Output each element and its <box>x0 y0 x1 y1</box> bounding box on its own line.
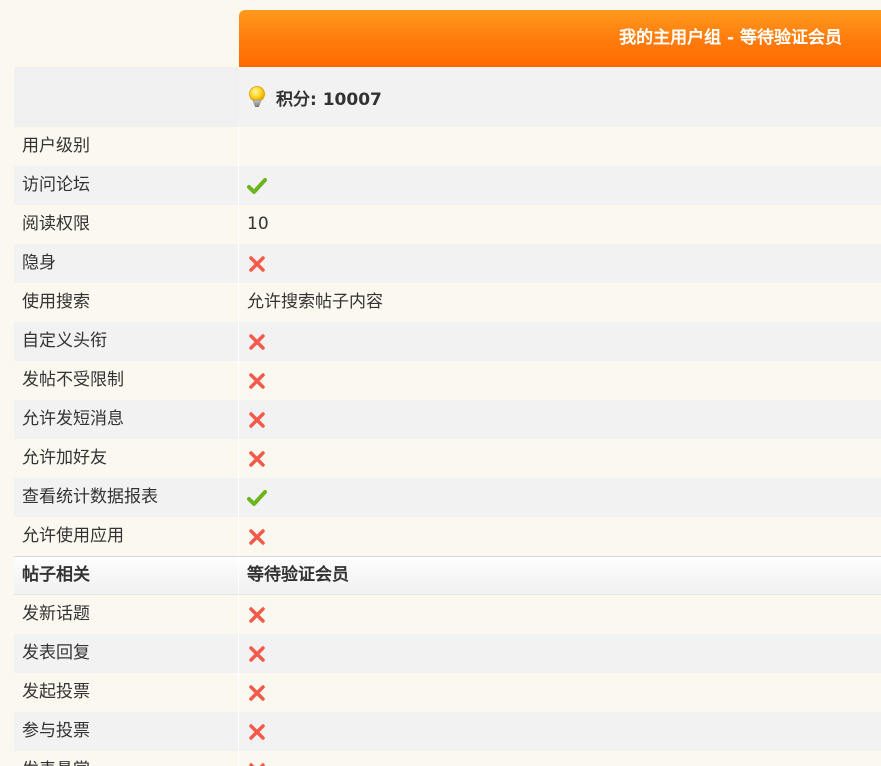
cross-icon <box>249 333 265 350</box>
row-label: 查看统计数据报表 <box>22 487 158 507</box>
row-value <box>247 595 267 634</box>
row-label: 允许发短消息 <box>22 409 124 429</box>
row-label: 发起投票 <box>22 682 90 702</box>
cross-icon <box>249 723 265 740</box>
table-row: 阅读权限 10 <box>14 205 881 244</box>
row-value <box>247 751 267 766</box>
column-divider <box>238 478 239 517</box>
cross-icon <box>249 645 265 662</box>
row-label: 允许加好友 <box>22 448 107 468</box>
column-divider <box>238 439 239 478</box>
cross-icon <box>249 372 265 389</box>
row-label: 阅读权限 <box>22 214 90 234</box>
column-divider <box>238 673 239 712</box>
cross-icon <box>249 684 265 701</box>
row-value <box>247 634 267 673</box>
row-label: 使用搜索 <box>22 292 90 312</box>
column-divider <box>238 751 239 766</box>
cross-icon <box>249 450 265 467</box>
table-row: 允许使用应用 <box>14 517 881 556</box>
table-row: 访问论坛 <box>14 166 881 205</box>
column-divider <box>238 127 239 166</box>
table-row: 允许加好友 <box>14 439 881 478</box>
row-value <box>247 673 267 712</box>
check-icon <box>247 177 267 194</box>
group-header: 我的主用户组 - 等待验证会员 <box>239 10 881 67</box>
table-row: 发新话题 <box>14 595 881 634</box>
column-divider <box>238 595 239 634</box>
table-row: 发帖不受限制 <box>14 361 881 400</box>
table-row: 自定义头衔 <box>14 322 881 361</box>
credits-text: 积分: 10007 <box>276 89 382 110</box>
lightbulb-icon <box>249 86 265 107</box>
usergroup-permissions-page: 我的主用户组 - 等待验证会员 积分: 10007 用户级别 访问论坛 阅读权限… <box>0 0 881 766</box>
column-divider <box>238 634 239 673</box>
table-row: 发表回复 <box>14 634 881 673</box>
row-value <box>247 166 267 205</box>
row-label: 发新话题 <box>22 604 90 624</box>
credits-cell: 积分: 10007 <box>248 67 382 127</box>
row-label: 用户级别 <box>22 136 90 156</box>
row-value: 允许搜索帖子内容 <box>247 292 383 312</box>
cross-icon <box>249 255 265 272</box>
section-value: 等待验证会员 <box>247 565 349 585</box>
check-icon <box>247 489 267 506</box>
row-value <box>247 244 267 283</box>
cross-icon <box>249 528 265 545</box>
column-divider <box>238 322 239 361</box>
column-divider <box>238 517 239 556</box>
row-label: 访问论坛 <box>22 175 90 195</box>
row-value <box>247 400 267 439</box>
column-divider <box>238 166 239 205</box>
table-row: 隐身 <box>14 244 881 283</box>
row-value <box>247 712 267 751</box>
row-label: 隐身 <box>22 253 56 273</box>
cross-icon <box>249 411 265 428</box>
credits-row: 积分: 10007 <box>14 67 881 127</box>
table-row: 发表悬赏 <box>14 751 881 766</box>
row-label: 允许使用应用 <box>22 526 124 546</box>
table-row: 使用搜索 允许搜索帖子内容 <box>14 283 881 322</box>
column-divider <box>238 244 239 283</box>
permissions-table: 用户级别 访问论坛 阅读权限 10 隐身 使用搜索 允许搜索帖子内容 自定义头衔… <box>14 127 881 766</box>
column-divider <box>238 283 239 322</box>
column-divider <box>238 712 239 751</box>
row-label: 自定义头衔 <box>22 331 107 351</box>
column-divider <box>238 400 239 439</box>
row-value <box>247 361 267 400</box>
table-row: 用户级别 <box>14 127 881 166</box>
row-value: 10 <box>247 214 269 234</box>
table-row: 发起投票 <box>14 673 881 712</box>
cross-icon <box>249 762 265 766</box>
row-value <box>247 517 267 556</box>
row-label: 发表悬赏 <box>22 751 90 766</box>
cross-icon <box>249 606 265 623</box>
column-divider <box>238 557 239 594</box>
row-value <box>247 439 267 478</box>
table-row: 允许发短消息 <box>14 400 881 439</box>
table-row: 查看统计数据报表 <box>14 478 881 517</box>
table-row: 参与投票 <box>14 712 881 751</box>
row-label: 发表回复 <box>22 643 90 663</box>
section-header-row: 帖子相关 等待验证会员 <box>14 556 881 595</box>
row-label: 参与投票 <box>22 721 90 741</box>
column-divider <box>238 361 239 400</box>
group-title: 我的主用户组 - 等待验证会员 <box>619 28 842 48</box>
section-label: 帖子相关 <box>22 565 90 585</box>
row-value <box>247 322 267 361</box>
credits-label-cell <box>14 67 239 127</box>
row-label: 发帖不受限制 <box>22 370 124 390</box>
row-value <box>247 478 267 517</box>
column-divider <box>238 205 239 244</box>
